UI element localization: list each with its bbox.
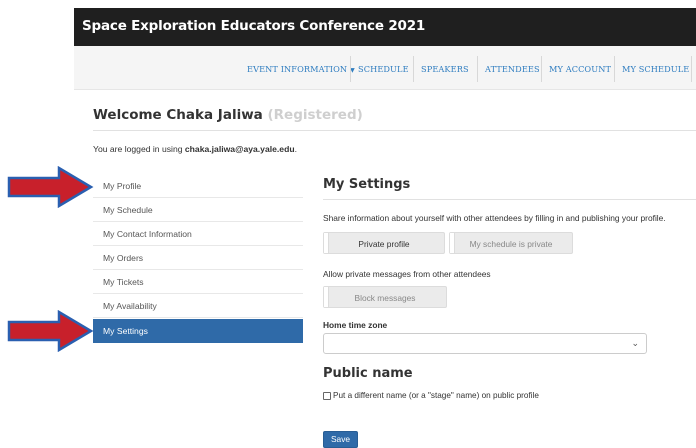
sidebar-item-label: My Contact Information xyxy=(103,229,192,239)
sidebar-item-my-orders[interactable]: My Orders xyxy=(93,246,303,270)
time-zone-label: Home time zone xyxy=(323,320,388,330)
sidebar-item-my-contact-information[interactable]: My Contact Information xyxy=(93,222,303,246)
divider xyxy=(93,130,696,131)
nav-divider xyxy=(350,56,351,82)
time-zone-select[interactable]: ⌄ xyxy=(323,333,647,354)
nav-speakers[interactable]: SPEAKERS xyxy=(421,64,469,74)
nav-divider xyxy=(477,56,478,82)
public-name-title: Public name xyxy=(323,366,413,381)
sidebar-item-my-tickets[interactable]: My Tickets xyxy=(93,270,303,294)
toggle-label: Block messages xyxy=(354,293,416,303)
nav-divider xyxy=(413,56,414,82)
login-email: chaka.jaliwa@aya.yale.edu xyxy=(184,144,295,154)
welcome-heading: Welcome Chaka Jaliwa (Registered) xyxy=(93,107,363,123)
schedule-private-toggle[interactable]: My schedule is private xyxy=(449,232,573,254)
sidebar-item-my-schedule[interactable]: My Schedule xyxy=(93,198,303,222)
block-messages-toggle[interactable]: Block messages xyxy=(323,286,447,308)
registration-status: (Registered) xyxy=(267,107,363,123)
login-info: You are logged in using chaka.jaliwa@aya… xyxy=(93,144,297,154)
sidebar-item-label: My Settings xyxy=(103,326,148,336)
nav-event-information-label: EVENT INFORMATION xyxy=(247,64,348,74)
public-name-checkbox-label[interactable]: Put a different name (or a "stage" name)… xyxy=(333,391,539,400)
divider xyxy=(323,199,696,200)
sidebar-item-label: My Orders xyxy=(103,253,144,263)
nav-divider xyxy=(541,56,542,82)
sidebar-item-my-availability[interactable]: My Availability xyxy=(93,294,303,318)
toggle-label: Private profile xyxy=(358,239,410,249)
annotation-arrow-right-icon xyxy=(7,310,94,352)
toggle-label: My schedule is private xyxy=(469,239,553,249)
settings-title: My Settings xyxy=(323,177,411,192)
chevron-down-icon: ⌄ xyxy=(631,338,639,348)
private-profile-toggle[interactable]: Private profile xyxy=(323,232,445,254)
nav-divider xyxy=(691,56,692,82)
login-prefix: You are logged in using xyxy=(93,144,183,154)
private-messages-text: Allow private messages from other attend… xyxy=(323,269,491,279)
save-button[interactable]: Save xyxy=(323,431,358,448)
sidebar-item-label: My Tickets xyxy=(103,277,144,287)
sidebar-item-my-settings[interactable]: My Settings xyxy=(93,319,303,343)
nav-attendees[interactable]: ATTENDEES xyxy=(485,64,540,74)
nav-my-account[interactable]: MY ACCOUNT xyxy=(549,64,611,74)
login-suffix: . xyxy=(294,144,297,154)
sidebar-item-label: My Availability xyxy=(103,301,157,311)
annotation-arrow-right-icon xyxy=(7,166,94,208)
nav-event-information[interactable]: EVENT INFORMATION ▼ xyxy=(247,64,355,74)
sidebar-item-my-profile[interactable]: My Profile xyxy=(93,174,303,198)
nav-my-schedule[interactable]: MY SCHEDULE xyxy=(622,64,689,74)
welcome-name: Welcome Chaka Jaliwa xyxy=(93,107,263,123)
sidebar-item-label: My Schedule xyxy=(103,205,153,215)
nav-divider xyxy=(614,56,615,82)
conference-title[interactable]: Space Exploration Educators Conference 2… xyxy=(82,18,425,34)
share-info-text: Share information about yourself with ot… xyxy=(323,213,666,223)
nav-schedule[interactable]: SCHEDULE xyxy=(358,64,409,74)
public-name-checkbox[interactable] xyxy=(323,392,331,400)
sidebar-item-label: My Profile xyxy=(103,181,142,191)
